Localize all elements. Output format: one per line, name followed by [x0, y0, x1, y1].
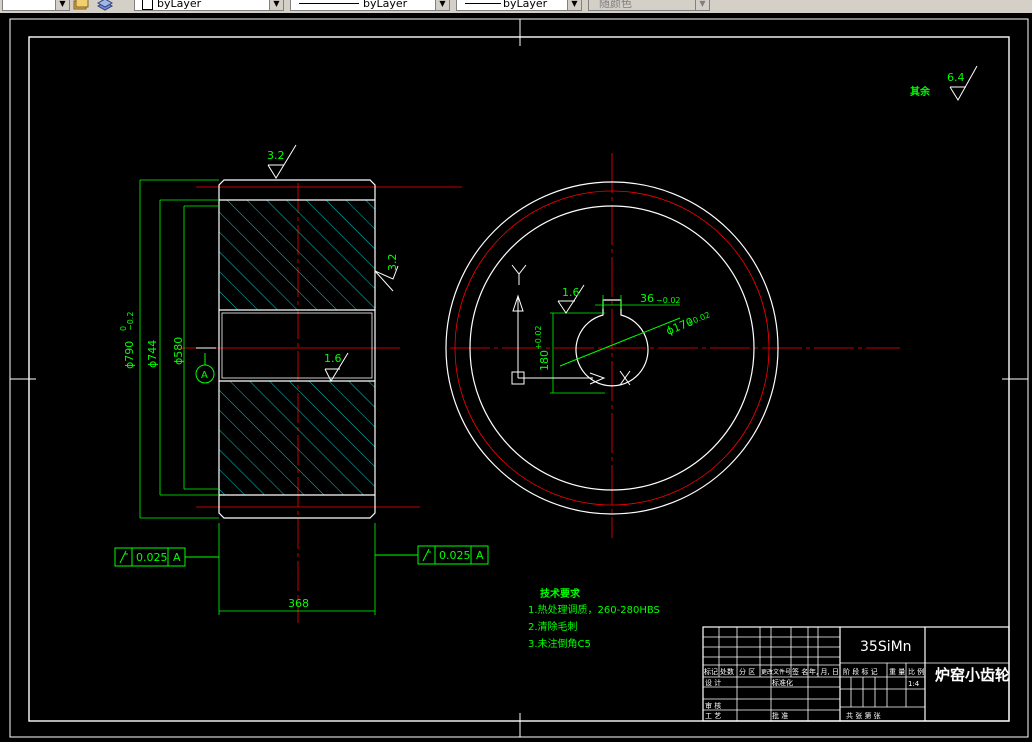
section-view: [218, 179, 376, 519]
header-count: 处数: [720, 667, 734, 676]
lineweight-preview: [465, 3, 501, 4]
chevron-down-icon[interactable]: ▼: [55, 0, 69, 10]
roughness-default-value: 6.4: [947, 71, 965, 84]
chevron-down-icon[interactable]: ▼: [695, 0, 709, 10]
header-date: 年, 月, 日: [809, 667, 839, 676]
properties-toolbar: ▼ byLayer ▼ byLayer ▼ byLayer ▼ 随颜色 ▼: [0, 0, 1032, 13]
design-label: 设 计: [705, 678, 721, 687]
roughness-top: 3.2: [267, 149, 285, 162]
drawing-canvas[interactable]: 其余 6.4 ϕ790 0 −0.2 ϕ744 ϕ580 368 36 −0.0…: [0, 13, 1032, 742]
process-label: 工 艺: [705, 712, 721, 720]
dim-outer-dia: ϕ790: [123, 341, 136, 369]
linetype-preview: [299, 3, 359, 4]
plot-style-value: 随颜色: [599, 0, 632, 10]
tolerance-left-datum: A: [173, 551, 181, 564]
approve-label: 批 准: [772, 711, 788, 720]
tech-title: 技术要求: [540, 587, 581, 600]
dim-keyway-tol: −0.02: [656, 296, 681, 305]
datum-label: A: [201, 370, 208, 381]
datum-marker: A: [195, 347, 216, 384]
layer-states-icon[interactable]: [73, 0, 89, 11]
dim-keyway-width: 36: [640, 292, 654, 305]
tech-item-1: 1.热处理调质，260-280HBS: [528, 603, 660, 616]
scale-label: 比 例: [908, 667, 924, 676]
linetype-dropdown[interactable]: byLayer ▼: [290, 0, 450, 11]
lineweight-dropdown[interactable]: byLayer ▼: [456, 0, 582, 11]
header-signature: 签 名: [792, 667, 808, 676]
part-name-text: 炉窑小齿轮: [935, 666, 1010, 684]
review-label: 审 核: [705, 701, 721, 710]
roughness-default-label: 其余: [910, 85, 931, 98]
dim-hub-dia: ϕ580: [172, 337, 185, 365]
chevron-down-icon[interactable]: ▼: [567, 0, 581, 10]
technical-requirements: 技术要求 1.热处理调质，260-280HBS 2.清除毛刺 3.未注倒角C5: [528, 587, 660, 650]
header-mark: 标记: [704, 667, 718, 676]
sheets-label: 共 张 第 张: [846, 711, 881, 720]
chevron-down-icon[interactable]: ▼: [435, 0, 449, 10]
tech-item-2: 2.清除毛刺: [528, 620, 578, 633]
tech-item-3: 3.未注倒角C5: [528, 637, 591, 650]
tolerance-left-value: 0.025: [136, 551, 168, 564]
title-block: 标记 处数 分 区 更改文件号 签 名 年, 月, 日 设 计 标准化 审 核 …: [702, 626, 1010, 722]
plot-style-dropdown[interactable]: 随颜色 ▼: [588, 0, 710, 11]
weight-label: 重 量: [889, 668, 905, 676]
color-dropdown[interactable]: byLayer ▼: [134, 0, 284, 11]
linetype-value: byLayer: [363, 0, 408, 10]
dim-keyway-depth: 180: [538, 350, 551, 371]
dim-width: 368: [288, 597, 309, 610]
tolerance-frame-left: 0.025 A: [114, 547, 219, 567]
header-change-doc: 更改文件号: [761, 668, 791, 676]
scale-value: 1:4: [908, 680, 920, 688]
dim-keyway-depth-tol: +0.02: [534, 325, 543, 350]
standardization-label: 标准化: [772, 678, 793, 687]
color-swatch: [142, 0, 153, 10]
tolerance-frame-right: 0.025 A: [375, 545, 489, 565]
color-value: byLayer: [157, 0, 202, 10]
material-text: 35SiMn: [860, 639, 912, 655]
roughness-keyway: 1.6: [562, 286, 580, 299]
roughness-default: 其余 6.4: [910, 65, 978, 101]
stage-label: 阶 段 标 记: [843, 667, 878, 676]
dim-outer-tol-lower: −0.2: [126, 312, 135, 331]
layer-previous-icon[interactable]: [97, 0, 113, 11]
dim-root-dia: ϕ744: [146, 340, 159, 368]
tolerance-right-value: 0.025: [439, 549, 471, 562]
roughness-bore: 1.6: [324, 352, 342, 365]
layer-dropdown[interactable]: ▼: [2, 0, 70, 11]
tolerance-right-datum: A: [476, 549, 484, 562]
chevron-down-icon[interactable]: ▼: [269, 0, 283, 10]
dimension-text: ϕ790 0 −0.2 ϕ744 ϕ580 368 36 −0.02 180 +…: [119, 292, 711, 610]
roughness-right: 3.2: [386, 254, 399, 272]
lineweight-value: byLayer: [503, 0, 548, 10]
header-zone: 分 区: [739, 667, 755, 676]
dim-bore-tol: +0.02: [685, 310, 711, 328]
